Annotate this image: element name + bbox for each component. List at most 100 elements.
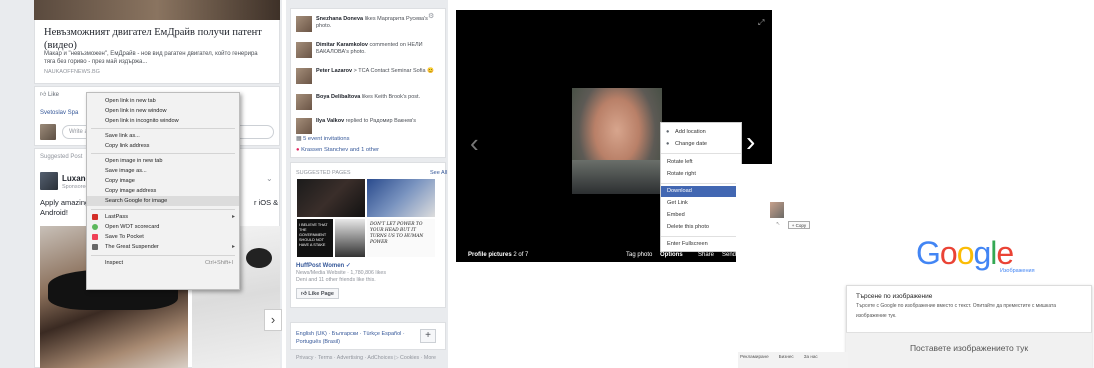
ticker-text: likes Keith Brook's post. bbox=[361, 94, 421, 100]
ticker-item[interactable]: Snezhana Doneva likes Маргарита Русева's… bbox=[296, 16, 442, 32]
ticker-item[interactable]: Ilya Valkov replied to Радомир Вакнев's bbox=[296, 118, 442, 134]
submenu-arrow-icon: ▸ bbox=[231, 214, 235, 220]
page-name[interactable]: HuffPost Women ✓ bbox=[296, 262, 351, 269]
ticker-name: Ilya Valkov bbox=[316, 118, 345, 124]
menu-label: Save image as... bbox=[105, 168, 147, 174]
like-page-button[interactable]: 👍︎ Like Page bbox=[296, 288, 339, 299]
menu-search-google-for-image[interactable]: Search Google for image bbox=[87, 196, 239, 206]
embed-option[interactable]: Embed bbox=[661, 210, 741, 221]
send-button[interactable]: Send bbox=[722, 252, 736, 258]
lastpass-icon bbox=[92, 214, 98, 220]
submenu-arrow-icon: ▸ bbox=[231, 244, 235, 250]
news-title[interactable]: Невъзможният двигател ЕмДрайв получи пат… bbox=[44, 26, 270, 52]
panda-eye bbox=[246, 248, 272, 268]
page-cover-image[interactable] bbox=[296, 178, 366, 218]
post-image[interactable] bbox=[34, 0, 280, 20]
verified-badge-icon: ✓ bbox=[345, 263, 351, 269]
ticker-text: replied to Радомир Вакнев's bbox=[345, 118, 417, 124]
expand-icon[interactable]: ⤢ bbox=[758, 18, 764, 28]
ticker-item[interactable]: Boya Delibaltova likes Keith Brook's pos… bbox=[296, 94, 442, 110]
menu-open-image-new-tab[interactable]: Open image in new tab bbox=[87, 156, 239, 166]
footer-link-advertising[interactable]: Рекламиране bbox=[740, 354, 769, 359]
ticker-photo bbox=[296, 94, 312, 110]
footer-link-business[interactable]: Бизнес bbox=[779, 354, 794, 359]
sponsor-avatar[interactable] bbox=[40, 172, 58, 190]
menu-inspect[interactable]: Inspect Ctrl+Shift+I bbox=[87, 258, 239, 268]
option-label: Get Link bbox=[667, 200, 688, 206]
menu-copy-link-address[interactable]: Copy link address bbox=[87, 141, 239, 151]
commenter-name[interactable]: Svetoslav Spa bbox=[40, 110, 78, 116]
change-date-option[interactable]: ● Change date bbox=[661, 139, 741, 150]
menu-label: Copy image bbox=[105, 178, 135, 184]
like-label: Like bbox=[47, 92, 59, 98]
ticker-item[interactable]: Dimitar Karamkolov commented on НЕЛИ БАК… bbox=[296, 42, 442, 58]
ticker-text: > TCA Contact Seminar Sofia 😊 bbox=[353, 68, 434, 74]
carousel-next-button[interactable]: › bbox=[264, 309, 282, 331]
menu-label: Search Google for image bbox=[105, 198, 168, 204]
next-photo-icon[interactable]: › bbox=[746, 126, 755, 158]
like-button[interactable]: 👍︎ Like bbox=[40, 90, 59, 98]
enter-fullscreen-option[interactable]: Enter Fullscreen bbox=[661, 239, 741, 250]
menu-open-link-new-window[interactable]: Open link in new window bbox=[87, 106, 239, 116]
footer-links[interactable]: Privacy · Terms · Advertising · AdChoice… bbox=[296, 355, 442, 362]
get-link-option[interactable]: Get Link bbox=[661, 198, 741, 209]
rotate-left-option[interactable]: Rotate left bbox=[661, 157, 741, 168]
menu-open-link-incognito[interactable]: Open link in incognito window bbox=[87, 116, 239, 126]
page-meta: News/Media Website · 1,780,806 likes Deni… bbox=[296, 270, 442, 284]
footer-link-about[interactable]: За нас bbox=[804, 354, 818, 359]
logo-letter: e bbox=[996, 235, 1014, 271]
rotate-right-option[interactable]: Rotate right bbox=[661, 169, 741, 180]
ticker-name: Peter Lazarov bbox=[316, 68, 353, 74]
chevron-down-icon[interactable]: ⌄ bbox=[266, 174, 273, 183]
ticker-item[interactable]: Peter Lazarov > TCA Contact Seminar Sofi… bbox=[296, 68, 442, 84]
handwriting-text: DON'T LET POWER TO YOUR HEAD BUT IT TURN… bbox=[370, 222, 424, 245]
suggested-pages-heading: SUGGESTED PAGES bbox=[296, 170, 351, 176]
ticker-photo bbox=[296, 16, 312, 32]
language-links[interactable]: English (UK) · Български · Türkçe Españo… bbox=[296, 330, 416, 346]
menu-open-wot-scorecard[interactable]: Open WOT scorecard bbox=[87, 222, 239, 232]
menu-label: Open WOT scorecard bbox=[105, 224, 160, 230]
menu-save-image-as[interactable]: Save image as... bbox=[87, 166, 239, 176]
menu-separator bbox=[91, 255, 235, 256]
option-label: Delete this photo bbox=[667, 224, 709, 230]
menu-great-suspender[interactable]: The Great Suspender ▸ bbox=[87, 242, 239, 252]
handwriting-image[interactable]: DON'T LET POWER TO YOUR HEAD BUT IT TURN… bbox=[366, 218, 436, 258]
event-invitations-link[interactable]: ▦ 5 event invitations bbox=[296, 136, 350, 142]
add-location-option[interactable]: ● Add location bbox=[661, 127, 741, 138]
paste-image-dropzone[interactable]: Поставете изображението тук bbox=[846, 332, 1092, 368]
page-cover-image[interactable] bbox=[334, 218, 366, 258]
menu-separator bbox=[91, 128, 235, 129]
menu-shortcut: Ctrl+Shift+I bbox=[205, 260, 233, 266]
ticker-photo bbox=[296, 68, 312, 84]
menu-copy-image-address[interactable]: Copy image address bbox=[87, 186, 239, 196]
quote-image[interactable]: I BELIEVE THAT THE GOVERNMENT SHOULD NOT… bbox=[296, 218, 334, 258]
see-all-link[interactable]: See All bbox=[430, 170, 447, 176]
page-friends: Deni and 11 other friends like this. bbox=[296, 277, 376, 283]
dragged-image-thumbnail[interactable] bbox=[770, 202, 784, 218]
ticker-photo bbox=[296, 118, 312, 134]
menu-lastpass[interactable]: LastPass ▸ bbox=[87, 212, 239, 222]
tag-photo-button[interactable]: Tag photo bbox=[626, 252, 652, 258]
menu-label: LastPass bbox=[105, 214, 129, 220]
delete-photo-option[interactable]: Delete this photo bbox=[661, 222, 741, 233]
menu-separator bbox=[661, 153, 741, 154]
page-cover-image[interactable] bbox=[366, 178, 436, 218]
menu-label: Open link in incognito window bbox=[105, 118, 179, 124]
logo-letter: G bbox=[916, 235, 941, 271]
menu-save-to-pocket[interactable]: Save To Pocket bbox=[87, 232, 239, 242]
download-option[interactable]: Download bbox=[661, 186, 741, 197]
sponsored-label: Sponsored bbox=[62, 184, 89, 190]
logo-letter: g bbox=[973, 235, 991, 271]
menu-save-link-as[interactable]: Save link as... bbox=[87, 131, 239, 141]
birthday-link[interactable]: ● Krassen Stanchev and 1 other bbox=[296, 147, 379, 153]
suggested-post-label: Suggested Post bbox=[40, 154, 83, 160]
menu-copy-image[interactable]: Copy image bbox=[87, 176, 239, 186]
options-button[interactable]: Options bbox=[660, 252, 683, 258]
share-button[interactable]: Share bbox=[698, 252, 714, 258]
birthday-label: Krassen Stanchev and 1 other bbox=[301, 147, 380, 153]
add-language-button[interactable]: + bbox=[420, 329, 436, 343]
menu-open-link-new-tab[interactable]: Open link in new tab bbox=[87, 96, 239, 106]
previous-photo-icon[interactable]: ‹ bbox=[470, 128, 479, 159]
album-name[interactable]: Profile pictures bbox=[468, 252, 512, 258]
google-footer: Рекламиране Бизнес За нас bbox=[738, 352, 848, 368]
